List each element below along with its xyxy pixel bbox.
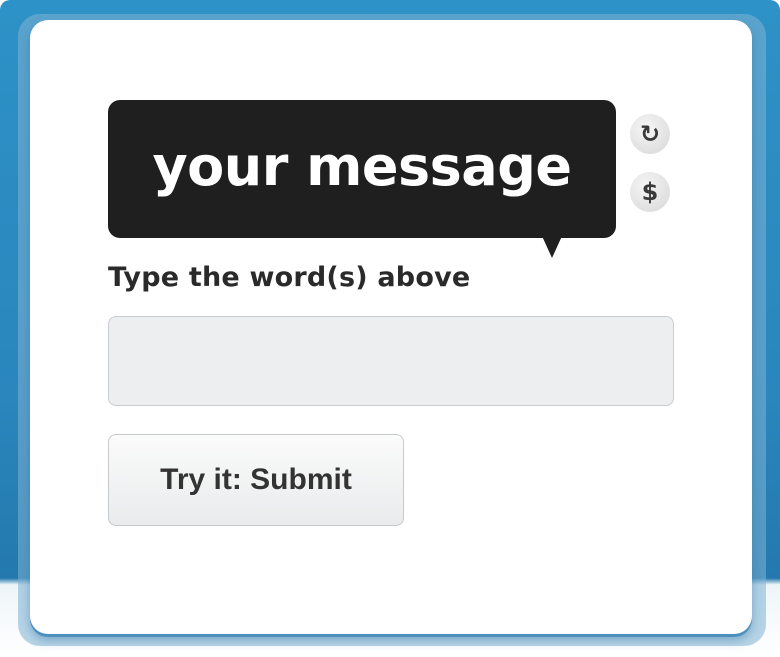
captcha-challenge-bubble: your message [108,100,616,238]
dollar-button[interactable]: $ [630,172,670,212]
refresh-button[interactable]: ↻ [630,114,670,154]
bubble-tail [542,236,562,258]
prompt-label: Type the word(s) above [108,262,471,293]
captcha-challenge-text: your message [152,134,572,198]
dollar-icon: $ [641,178,659,206]
refresh-icon: ↻ [639,120,661,148]
captcha-answer-input[interactable] [108,316,674,406]
submit-button[interactable]: Try it: Submit [108,434,404,526]
